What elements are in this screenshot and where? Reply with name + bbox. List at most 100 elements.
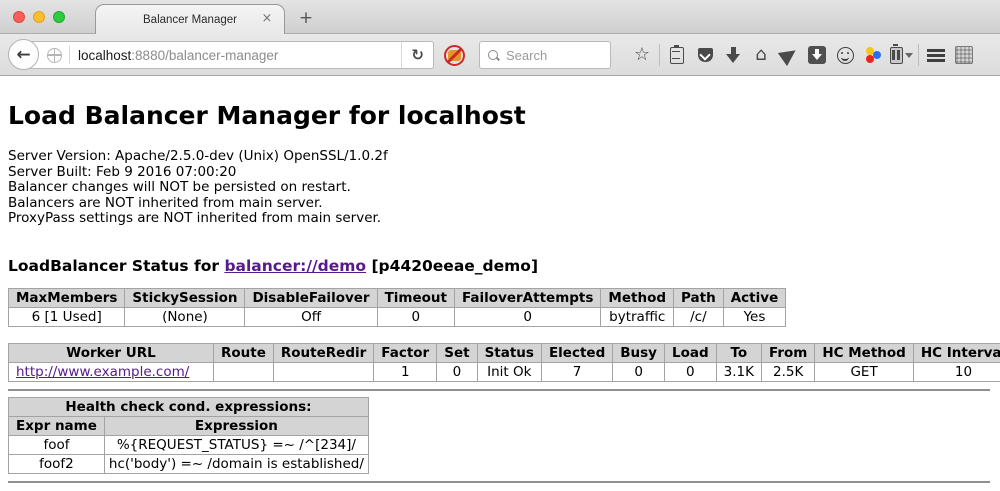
- cell-set: 0: [437, 362, 477, 381]
- navigation-toolbar: ← localhost:8880/balancer-manager ↻ Sear…: [0, 34, 1000, 76]
- col-timeout: Timeout: [377, 288, 454, 307]
- toolbar-buttons: ☆ ⌂: [628, 34, 978, 76]
- cell-routeredir: [273, 362, 373, 381]
- section-divider: [8, 389, 990, 391]
- download-arrow-icon: [726, 47, 740, 63]
- balancer-settings-table: MaxMembers StickySession DisableFailover…: [8, 288, 786, 327]
- col-expr-name: Expr name: [9, 416, 105, 435]
- worker-data-row: http://www.example.com/ 1 0 Init Ok 7 0 …: [9, 362, 1000, 381]
- downloadhelper-extension-button[interactable]: [859, 34, 887, 76]
- new-tab-button[interactable]: +: [295, 8, 317, 28]
- site-globe-icon: [47, 48, 62, 63]
- pocket-button[interactable]: [691, 34, 719, 76]
- emoji-extension-button[interactable]: [831, 34, 859, 76]
- health-data-row: foof %{REQUEST_STATUS} =~ /^[234]/: [9, 435, 369, 454]
- url-separator: [69, 46, 70, 64]
- col-failoverattempts: FailoverAttempts: [455, 288, 601, 307]
- persist-notice-line: Balancer changes will NOT be persisted o…: [8, 180, 992, 196]
- search-icon: [488, 50, 499, 61]
- menu-button[interactable]: [922, 34, 950, 76]
- star-icon: ☆: [634, 46, 650, 64]
- share-button[interactable]: [775, 34, 803, 76]
- back-button[interactable]: ←: [8, 39, 39, 70]
- cell-route: [214, 362, 274, 381]
- server-info: Server Version: Apache/2.5.0-dev (Unix) …: [8, 149, 992, 227]
- col-route: Route: [214, 343, 274, 362]
- col-load: Load: [664, 343, 716, 362]
- cell-to: 3.1K: [716, 362, 761, 381]
- reading-list-button[interactable]: [663, 34, 691, 76]
- cell-hc-interval: 10: [913, 362, 1000, 381]
- col-hc-interval: HC Interval: [913, 343, 1000, 362]
- bottom-divider: [8, 481, 990, 483]
- search-input[interactable]: Search: [479, 41, 611, 69]
- server-version-line: Server Version: Apache/2.5.0-dev (Unix) …: [8, 149, 992, 165]
- cell-elected: 7: [541, 362, 612, 381]
- cell-expr-name-foof: foof: [9, 435, 105, 454]
- cell-stickysession: (None): [125, 307, 245, 326]
- col-status: Status: [477, 343, 541, 362]
- zoom-window-button[interactable]: [53, 11, 65, 23]
- tab-title: Balancer Manager: [143, 14, 237, 26]
- cell-disablefailover: Off: [245, 307, 377, 326]
- cell-active: Yes: [723, 307, 786, 326]
- health-title-row: Health check cond. expressions:: [9, 397, 369, 416]
- col-factor: Factor: [374, 343, 437, 362]
- content-blocker-extension-icon[interactable]: [444, 45, 465, 66]
- cell-status: Init Ok: [477, 362, 541, 381]
- battery-extension-button[interactable]: [887, 34, 915, 76]
- colored-dots-icon: [864, 46, 882, 64]
- col-set: Set: [437, 343, 477, 362]
- chevron-down-icon[interactable]: [905, 53, 913, 58]
- toolbar-divider: [918, 44, 919, 66]
- cell-expression-foof2: hc('body') =~ /domain is established/: [104, 454, 368, 473]
- window-titlebar: Balancer Manager × +: [0, 0, 1000, 34]
- balancer-demo-link[interactable]: balancer://demo: [224, 257, 366, 275]
- balancer-header-row: MaxMembers StickySession DisableFailover…: [9, 288, 786, 307]
- tab-balancer-manager[interactable]: Balancer Manager ×: [95, 4, 285, 34]
- col-path: Path: [674, 288, 724, 307]
- col-hc-method: HC Method: [815, 343, 914, 362]
- health-data-row: foof2 hc('body') =~ /domain is establish…: [9, 454, 369, 473]
- col-disablefailover: DisableFailover: [245, 288, 377, 307]
- home-button[interactable]: ⌂: [747, 34, 775, 76]
- reload-button[interactable]: ↻: [401, 42, 433, 68]
- col-to: To: [716, 343, 761, 362]
- health-header-row: Expr name Expression: [9, 416, 369, 435]
- cell-factor: 1: [374, 362, 437, 381]
- minimize-window-button[interactable]: [33, 11, 45, 23]
- worker-table: Worker URL Route RouteRedir Factor Set S…: [8, 343, 1000, 382]
- download-extension-button[interactable]: [803, 34, 831, 76]
- col-method: Method: [601, 288, 674, 307]
- cell-load: 0: [664, 362, 716, 381]
- close-window-button[interactable]: [13, 11, 25, 23]
- tab-groups-button[interactable]: [950, 34, 978, 76]
- tab-close-icon[interactable]: ×: [259, 11, 275, 27]
- col-expression: Expression: [104, 416, 368, 435]
- cell-timeout: 0: [377, 307, 454, 326]
- col-busy: Busy: [613, 343, 665, 362]
- hamburger-menu-icon: [927, 49, 945, 62]
- home-icon: ⌂: [755, 46, 766, 64]
- bookmark-star-button[interactable]: ☆: [628, 34, 656, 76]
- url-bar[interactable]: localhost:8880/balancer-manager ↻: [24, 41, 434, 69]
- balancer-data-row: 6 [1 Used] (None) Off 0 0 bytraffic /c/ …: [9, 307, 786, 326]
- url-text[interactable]: localhost:8880/balancer-manager: [78, 48, 401, 63]
- col-from: From: [761, 343, 814, 362]
- cell-failoverattempts: 0: [455, 307, 601, 326]
- cell-expression-foof: %{REQUEST_STATUS} =~ /^[234]/: [104, 435, 368, 454]
- cell-hc-method: GET: [815, 362, 914, 381]
- status-heading-suffix: [p4420eeae_demo]: [366, 257, 538, 275]
- cell-worker-url: http://www.example.com/: [9, 362, 214, 381]
- reload-icon: ↻: [411, 46, 424, 64]
- traffic-lights: [13, 11, 65, 23]
- col-routeredir: RouteRedir: [273, 343, 373, 362]
- grid-page-icon: [955, 46, 973, 64]
- worker-url-link[interactable]: http://www.example.com/: [16, 364, 189, 380]
- toolbar-divider: [659, 44, 660, 66]
- clipboard-icon: [670, 47, 684, 64]
- col-elected: Elected: [541, 343, 612, 362]
- col-stickysession: StickySession: [125, 288, 245, 307]
- search-placeholder: Search: [506, 48, 547, 63]
- downloads-button[interactable]: [719, 34, 747, 76]
